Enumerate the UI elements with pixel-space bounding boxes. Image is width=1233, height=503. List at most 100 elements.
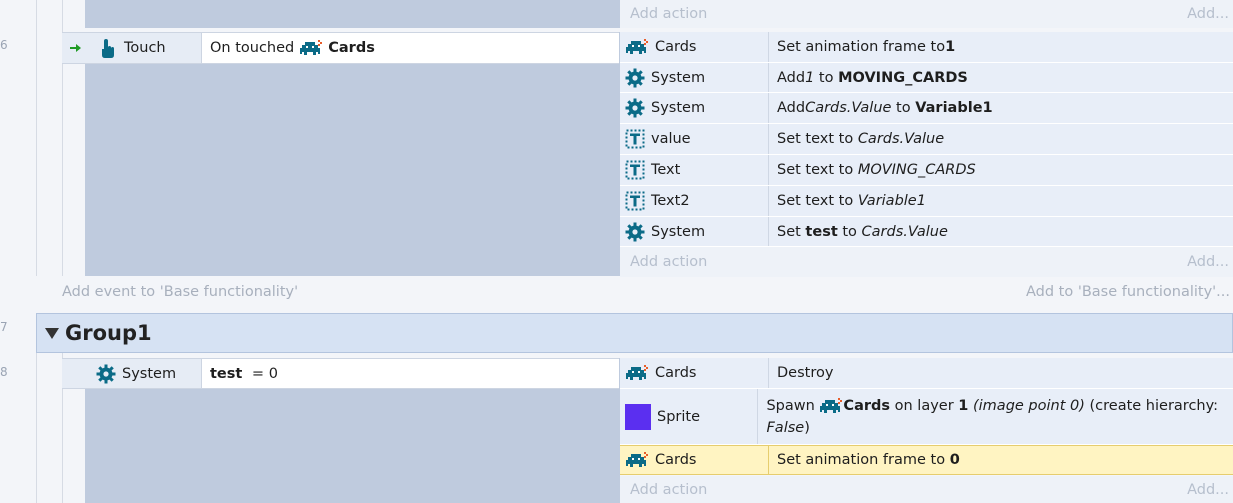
gear-icon <box>96 364 116 384</box>
text-object-icon <box>625 191 645 211</box>
action-param: MOVING_CARDS <box>838 69 968 86</box>
action-text-part: Set text to <box>777 162 858 178</box>
add-to-link[interactable]: Add to 'Base functionality'... <box>1026 284 1230 300</box>
action-object: Text <box>651 162 681 178</box>
action-param: 1 <box>958 397 969 414</box>
action-text[interactable]: Spawn Cards on layer 1 (image point 0) (… <box>758 389 1233 444</box>
action-text-part: Add <box>777 100 806 116</box>
text-object-icon <box>625 129 645 149</box>
action-row[interactable]: System Add 1 to MOVING_CARDS <box>620 63 1233 93</box>
action-text[interactable]: Set text to MOVING_CARDS <box>769 155 976 185</box>
action-text-part: to <box>891 100 916 116</box>
action-text[interactable]: Destroy <box>769 358 833 388</box>
action-text-part: Set animation frame to <box>777 39 946 55</box>
condition-text[interactable]: On touched Cards <box>202 39 375 57</box>
action-row[interactable]: Text2 Set text to Variable1 <box>620 186 1233 217</box>
action-param: test <box>805 223 838 240</box>
action-param: 1 <box>805 69 815 86</box>
action-text-part: to <box>837 223 862 240</box>
invader-icon <box>625 451 649 469</box>
action-text-part: Set text to <box>777 193 858 209</box>
action-object: Text2 <box>651 193 690 209</box>
add-action-link[interactable]: Add action <box>630 254 707 270</box>
action-text-part: Set text to <box>777 131 858 147</box>
action-object: System <box>651 100 706 116</box>
condition-label: On touched <box>210 40 295 56</box>
action-text[interactable]: Set text to Variable1 <box>769 186 926 216</box>
condition-target: Cards <box>328 40 375 56</box>
action-param: 0 <box>949 452 960 468</box>
add-action-row[interactable]: Add action Add... <box>620 0 1233 28</box>
event-block[interactable] <box>85 32 620 276</box>
action-object: value <box>651 131 691 147</box>
action-row[interactable]: System Set test to Cards.Value <box>620 217 1233 247</box>
action-text[interactable]: Add Cards.Value to Variable1 <box>769 93 993 123</box>
event-number: 8 <box>0 365 8 379</box>
collapse-triangle-icon[interactable] <box>45 327 59 339</box>
action-row[interactable]: Cards Destroy <box>620 358 1233 389</box>
condition-object-cell[interactable]: Touch <box>62 33 202 63</box>
group-title: Group1 <box>65 321 152 345</box>
tree-line <box>36 0 37 276</box>
action-object: Cards <box>655 452 697 468</box>
action-row[interactable]: Text Set text to MOVING_CARDS <box>620 155 1233 186</box>
condition-object-cell[interactable]: System <box>62 359 202 388</box>
text-object-icon <box>625 160 645 180</box>
action-text-part: Set animation frame to <box>777 452 950 468</box>
action-row[interactable]: value Set text to Cards.Value <box>620 124 1233 155</box>
event-number: 7 <box>0 320 8 334</box>
condition-object-label: System <box>122 365 177 382</box>
tree-line <box>36 353 37 503</box>
action-param: Cards <box>843 397 891 414</box>
action-object: Cards <box>655 39 697 55</box>
add-action-row[interactable]: Add action Add... <box>620 247 1233 277</box>
action-param: False <box>766 419 805 436</box>
action-row[interactable]: Cards Set animation frame to 1 <box>620 32 1233 63</box>
action-object: System <box>651 223 706 240</box>
action-param: (image point 0) <box>973 397 1085 414</box>
action-row[interactable]: Sprite Spawn Cards on layer 1 (image poi… <box>620 389 1233 445</box>
action-param: Cards.Value <box>805 100 892 116</box>
add-more-link[interactable]: Add... <box>1187 6 1229 22</box>
action-object: Cards <box>655 365 697 381</box>
condition-text[interactable]: test = 0 <box>202 366 278 382</box>
add-more-link[interactable]: Add... <box>1187 482 1229 498</box>
action-text[interactable]: Set text to Cards.Value <box>769 124 944 154</box>
arrow-right-icon <box>70 43 82 53</box>
action-text-part: on layer <box>890 397 959 414</box>
action-param: Cards.Value <box>861 223 948 240</box>
add-action-link[interactable]: Add action <box>630 6 707 22</box>
action-text[interactable]: Set animation frame to 0 <box>769 446 960 474</box>
add-more-link[interactable]: Add... <box>1187 254 1229 270</box>
condition-row[interactable]: System test = 0 <box>62 358 619 389</box>
action-param: Cards.Value <box>857 131 945 147</box>
sprite-icon <box>625 403 651 430</box>
action-text[interactable]: Set animation frame to 1 <box>769 32 955 62</box>
condition-row[interactable]: Touch On touched Cards <box>62 32 619 64</box>
add-event-link[interactable]: Add event to 'Base functionality' <box>62 284 298 300</box>
action-param: Variable1 <box>915 100 993 116</box>
invader-icon <box>625 38 649 56</box>
invader-icon <box>625 364 649 382</box>
add-action-row[interactable]: Add action Add... <box>620 476 1233 503</box>
condition-object-label: Touch <box>124 40 166 56</box>
action-object: System <box>651 69 706 86</box>
action-text-part: to <box>814 69 839 86</box>
add-action-link[interactable]: Add action <box>630 482 707 498</box>
action-text-part: (create hierarchy: <box>1084 397 1219 414</box>
action-text[interactable]: Add 1 to MOVING_CARDS <box>769 63 968 92</box>
previous-event-block <box>85 0 620 28</box>
action-param: 1 <box>945 39 956 55</box>
action-text-part: Spawn <box>766 397 820 414</box>
invader-icon <box>299 39 323 57</box>
event-number: 6 <box>0 38 8 52</box>
action-text[interactable]: Set test to Cards.Value <box>769 217 948 246</box>
gear-icon <box>625 222 645 242</box>
invader-icon <box>819 397 843 415</box>
condition-operator: = 0 <box>247 365 278 382</box>
condition-variable: test <box>210 365 243 382</box>
action-row[interactable]: System Add Cards.Value to Variable1 <box>620 93 1233 124</box>
action-object: Sprite <box>657 408 701 425</box>
group-header[interactable]: Group1 <box>36 313 1233 353</box>
action-row-selected[interactable]: Cards Set animation frame to 0 <box>620 445 1233 475</box>
